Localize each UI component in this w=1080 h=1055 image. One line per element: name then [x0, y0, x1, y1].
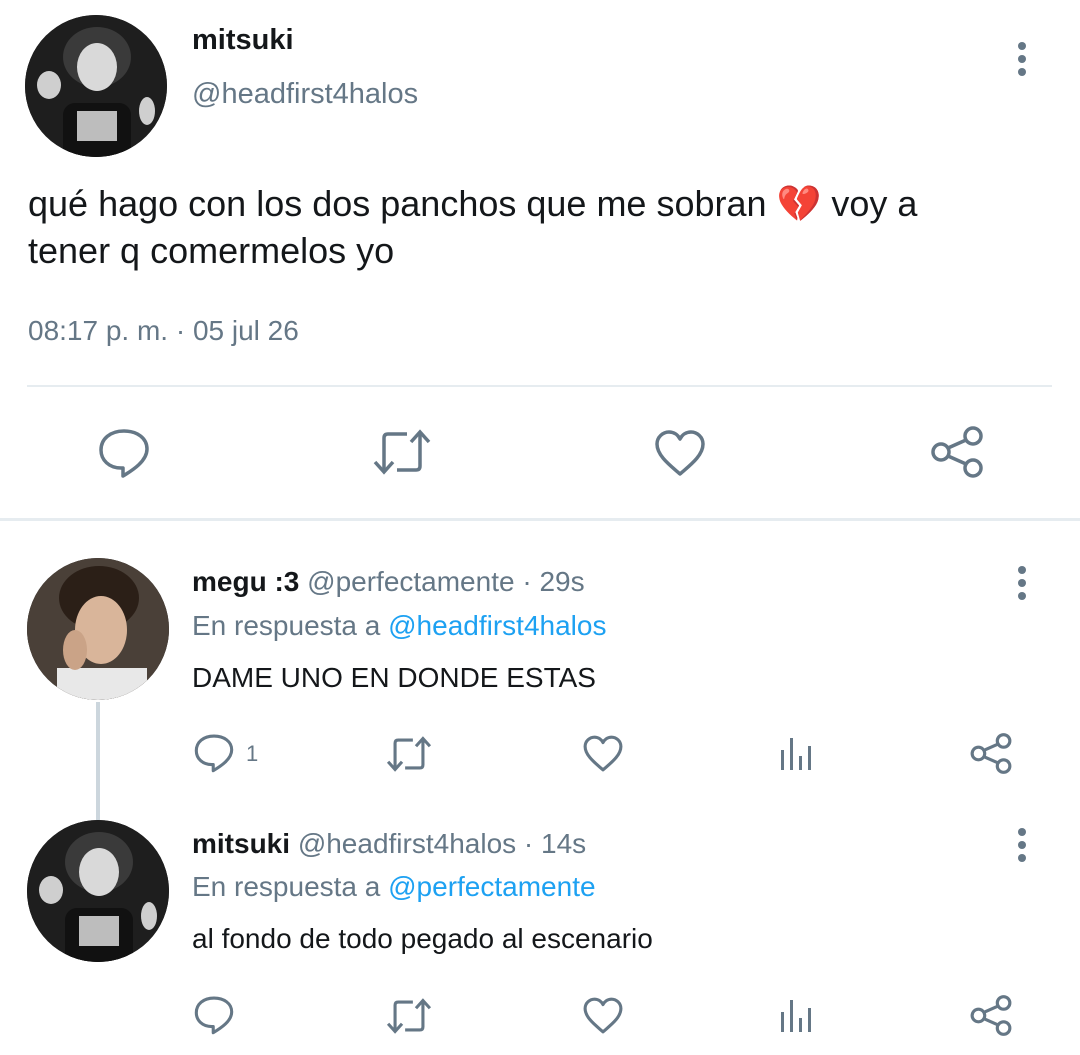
replying-to-label: En respuesta a	[192, 610, 381, 641]
divider	[27, 385, 1052, 387]
like-icon[interactable]	[582, 996, 624, 1035]
author-name[interactable]: mitsuki	[192, 24, 294, 57]
reply-count: 1	[246, 741, 259, 766]
analytics-icon[interactable]	[779, 998, 815, 1034]
separator-dot: ·	[523, 828, 534, 859]
reply-author-name[interactable]: mitsuki	[192, 828, 290, 859]
retweet-icon[interactable]	[385, 997, 433, 1035]
replying-to-link[interactable]: @headfirst4halos	[388, 610, 606, 641]
avatar[interactable]	[27, 820, 169, 962]
reply-text: DAME UNO EN DONDE ESTAS	[192, 662, 596, 693]
tweet-text-line1-end: voy a	[831, 183, 918, 224]
tweet-text: qué hago con los dos panchos que me sobr…	[28, 180, 1038, 274]
like-icon[interactable]	[582, 734, 624, 773]
retweet-icon[interactable]	[371, 428, 433, 476]
avatar[interactable]	[27, 558, 169, 700]
analytics-icon[interactable]	[779, 736, 815, 772]
reply-icon[interactable]	[193, 733, 235, 773]
separator-dot: ·	[522, 566, 532, 597]
share-icon[interactable]	[929, 426, 985, 478]
reply-header: megu :3 @perfectamente · 29s	[192, 566, 585, 598]
reply-author-handle[interactable]: @headfirst4halos	[298, 828, 516, 859]
more-options-icon[interactable]	[1015, 828, 1029, 867]
tweet-text-line1: qué hago con los dos panchos que me sobr…	[28, 183, 767, 224]
reply-time[interactable]: 29s	[539, 566, 584, 597]
reply-text: al fondo de todo pegado al escenario	[192, 923, 653, 954]
replying-to-label: En respuesta a	[192, 871, 381, 902]
share-icon[interactable]	[969, 733, 1013, 774]
tweet-timestamp[interactable]: 08:17 p. m. · 05 jul 26	[28, 315, 299, 347]
section-divider	[0, 518, 1080, 521]
reply-author-name[interactable]: megu :3	[192, 566, 299, 597]
avatar[interactable]	[25, 15, 167, 157]
reply-time[interactable]: 14s	[541, 828, 586, 859]
author-handle[interactable]: @headfirst4halos	[192, 78, 418, 111]
share-icon[interactable]	[969, 995, 1013, 1036]
thread-line	[96, 702, 100, 820]
reply-author-handle[interactable]: @perfectamente	[307, 566, 514, 597]
replying-to: En respuesta a @headfirst4halos	[192, 610, 606, 642]
reply-icon[interactable]	[193, 995, 235, 1035]
reply-header: mitsuki @headfirst4halos · 14s	[192, 828, 586, 860]
replying-to-link[interactable]: @perfectamente	[388, 871, 595, 902]
reply-icon[interactable]	[97, 427, 151, 479]
more-options-icon[interactable]	[1015, 42, 1029, 81]
replying-to: En respuesta a @perfectamente	[192, 871, 596, 903]
retweet-icon[interactable]	[385, 735, 433, 773]
broken-heart-emoji: 💔	[776, 183, 822, 224]
more-options-icon[interactable]	[1015, 566, 1029, 605]
tweet-text-line2: tener q comermelos yo	[28, 230, 395, 271]
like-icon[interactable]	[653, 428, 707, 478]
